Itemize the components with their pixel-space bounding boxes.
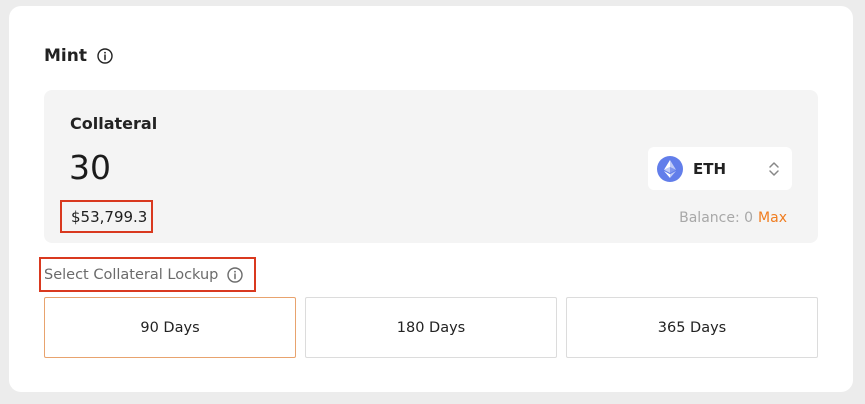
max-button[interactable]: Max	[758, 210, 787, 226]
mint-header: Mint	[44, 46, 113, 66]
token-symbol: ETH	[693, 159, 727, 178]
lockup-options: 90 Days 180 Days 365 Days	[44, 297, 818, 358]
collateral-title: Collateral	[70, 114, 158, 133]
ethereum-icon	[657, 155, 683, 182]
collateral-usd-value: $53,799.3	[60, 200, 153, 233]
lockup-option-365-days[interactable]: 365 Days	[566, 297, 818, 358]
balance-row: Balance: 0 Max	[679, 210, 787, 226]
lockup-label: Select Collateral Lockup	[44, 266, 219, 283]
info-icon[interactable]	[97, 48, 113, 64]
token-selector[interactable]: ETH	[648, 147, 792, 190]
lockup-option-180-days[interactable]: 180 Days	[305, 297, 557, 358]
collateral-amount-input[interactable]: 30	[69, 148, 111, 187]
info-icon[interactable]	[227, 266, 244, 283]
balance-label: Balance: 0	[679, 210, 754, 226]
collateral-panel: Collateral 30 $53,799.3 ETH Balance: 0 M…	[44, 90, 818, 243]
mint-card: Mint Collateral 30 $53,799.3 ETH Balance…	[9, 6, 853, 392]
lockup-option-90-days[interactable]: 90 Days	[44, 297, 296, 358]
mint-title: Mint	[44, 46, 87, 66]
lockup-label-row: Select Collateral Lockup	[39, 257, 256, 292]
chevron-up-down-icon	[768, 160, 780, 178]
